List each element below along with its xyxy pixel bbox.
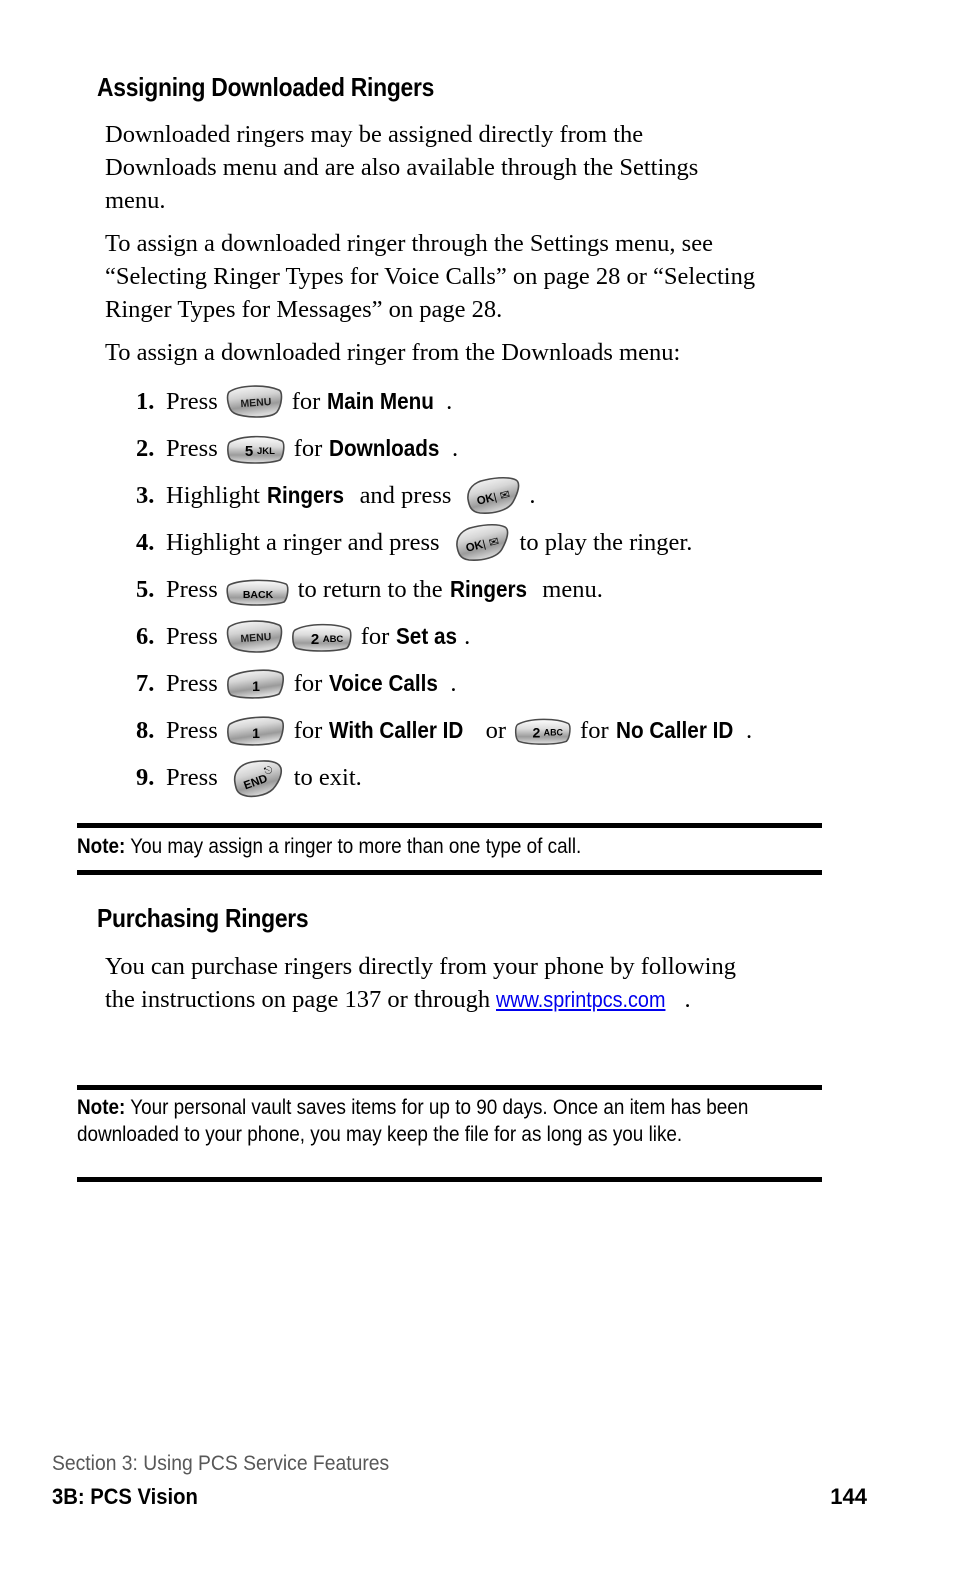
step-text: Press <box>166 387 218 415</box>
step-emphasis: Set as <box>396 623 458 649</box>
note-text: Your personal vault saves items for up t… <box>77 1096 749 1146</box>
svg-text:MENU: MENU <box>240 395 272 409</box>
step-text-post: to play the ringer. <box>519 528 693 556</box>
note2-rule-top <box>77 1085 822 1090</box>
step-text: Press <box>166 622 218 650</box>
note-block-1: Note: You may assign a ringer to more th… <box>77 833 754 860</box>
svg-text:2: 2 <box>533 724 541 740</box>
step-text-mid: for <box>293 716 323 744</box>
ok-key-icon: OK | ✉ <box>447 522 513 564</box>
manual-page: Assigning Downloaded Ringers Downloaded … <box>0 0 954 1590</box>
number-key-2-icon: 2 ABC <box>513 715 573 747</box>
step-number: 6. <box>136 622 155 650</box>
page-number: 144 <box>830 1484 867 1509</box>
list-item: 1. Press MENU for Main Menu . <box>136 378 836 425</box>
step-emphasis: With Caller ID <box>329 717 464 743</box>
paragraph-settings-ref: To assign a downloaded ringer through th… <box>105 230 756 323</box>
paragraph-steps-lead: To assign a downloaded ringer from the D… <box>105 339 681 366</box>
svg-text:ABC: ABC <box>544 727 564 737</box>
step-text: Press <box>166 575 218 603</box>
number-key-5-icon: 5 JKL <box>225 432 287 466</box>
step-punctuation: . <box>746 716 753 744</box>
step-emphasis: Ringers <box>449 576 527 602</box>
step-emphasis: Main Menu <box>327 388 435 414</box>
number-key-1-icon: 1 <box>225 666 287 702</box>
step-number: 9. <box>136 763 155 791</box>
list-item: 8. Press 1 for With Caller ID or 2 ABC f… <box>136 707 836 754</box>
list-item: 9. Press END ⎋ to exit. <box>136 754 836 801</box>
list-item: 6. Press MENU 2 ABC for Set as . <box>136 613 836 660</box>
step-text: Highlight <box>166 481 260 509</box>
step-number: 5. <box>136 575 155 603</box>
step-emphasis: Ringers <box>266 482 344 508</box>
procedure-list: 1. Press MENU for Main Menu . 2. Press 5… <box>136 378 836 801</box>
key-label: BACK <box>243 589 274 601</box>
menu-key-icon: MENU <box>225 383 285 421</box>
menu-key-icon: MENU <box>225 618 285 656</box>
page-title: Assigning Downloaded Ringers <box>97 72 435 102</box>
step-emphasis: Downloads <box>329 435 440 461</box>
section-heading-purchasing: Purchasing Ringers <box>97 903 309 933</box>
step-punctuation: . <box>450 669 457 697</box>
back-key-icon: BACK <box>225 573 291 607</box>
step-number: 7. <box>136 669 155 697</box>
list-item: 7. Press 1 for Voice Calls . <box>136 660 836 707</box>
footer-section-label: Section 3: Using PCS Service Features <box>52 1452 390 1475</box>
step-number: 3. <box>136 481 155 509</box>
step-text: Highlight a ringer and press <box>166 528 440 556</box>
step-number: 1. <box>136 387 155 415</box>
step-text-mid: for <box>293 669 323 697</box>
note-label: Note: <box>77 1096 126 1119</box>
note-block-2: Note: Your personal vault saves items fo… <box>77 1094 754 1148</box>
step-emphasis: Voice Calls <box>329 670 439 696</box>
end-key-icon: END ⎋ <box>225 756 287 800</box>
note-rule-bottom <box>77 870 822 875</box>
step-number: 4. <box>136 528 155 556</box>
paragraph-purchasing: You can purchase ringers directly from y… <box>105 950 745 1016</box>
step-number: 2. <box>136 434 155 462</box>
step-text: Press <box>166 763 218 791</box>
link-punctuation: . <box>684 986 691 1013</box>
step-text: Press <box>166 669 218 697</box>
step-text: Press <box>166 716 218 744</box>
list-item: 5. Press BACK to return to the Ringers m… <box>136 566 836 613</box>
list-item: 3. Highlight Ringers and press OK | ✉ . <box>136 472 836 519</box>
svg-text:MENU: MENU <box>240 630 272 644</box>
key-label: 5 <box>245 443 253 460</box>
key-label: 1 <box>252 678 260 694</box>
number-key-2-icon: 2 ABC <box>290 620 354 654</box>
key-sublabel: ABC <box>322 634 343 645</box>
step-text: Press <box>166 434 218 462</box>
step-punctuation: . <box>464 622 471 650</box>
step-text-mid2: or <box>485 716 507 744</box>
step-text-mid: for <box>291 387 321 415</box>
paragraph-intro: Downloaded ringers may be assigned direc… <box>105 121 699 214</box>
svg-text:1: 1 <box>252 725 260 741</box>
number-key-1-icon: 1 <box>225 713 287 749</box>
step-text-post: menu. <box>542 575 603 603</box>
step-number: 8. <box>136 716 155 744</box>
list-item: 4. Highlight a ringer and press OK | ✉ t… <box>136 519 836 566</box>
step-text-mid: for <box>293 434 323 462</box>
note-rule-top <box>77 823 822 828</box>
ok-key-icon: OK | ✉ <box>458 475 524 517</box>
key-sublabel: JKL <box>257 446 275 457</box>
footer-chapter-title: 3B: PCS Vision <box>52 1484 198 1509</box>
sprintpcs-link[interactable]: www.sprintpcs.com <box>496 983 665 1016</box>
step-text-mid3: for <box>580 716 609 744</box>
step-text-mid: for <box>360 622 390 650</box>
key-label: 2 <box>311 631 319 648</box>
step-text-mid: to return to the <box>297 575 443 603</box>
step-emphasis-2: No Caller ID <box>615 717 733 743</box>
step-punctuation: . <box>529 481 536 509</box>
step-punctuation: . <box>451 434 459 462</box>
note2-rule-bottom <box>77 1177 822 1182</box>
note-label: Note: <box>77 835 126 858</box>
step-text-post: to exit. <box>293 763 362 791</box>
note-text: You may assign a ringer to more than one… <box>130 835 582 858</box>
step-punctuation: . <box>446 387 453 415</box>
step-text-mid: and press <box>359 481 452 509</box>
list-item: 2. Press 5 JKL for Downloads . <box>136 425 836 472</box>
